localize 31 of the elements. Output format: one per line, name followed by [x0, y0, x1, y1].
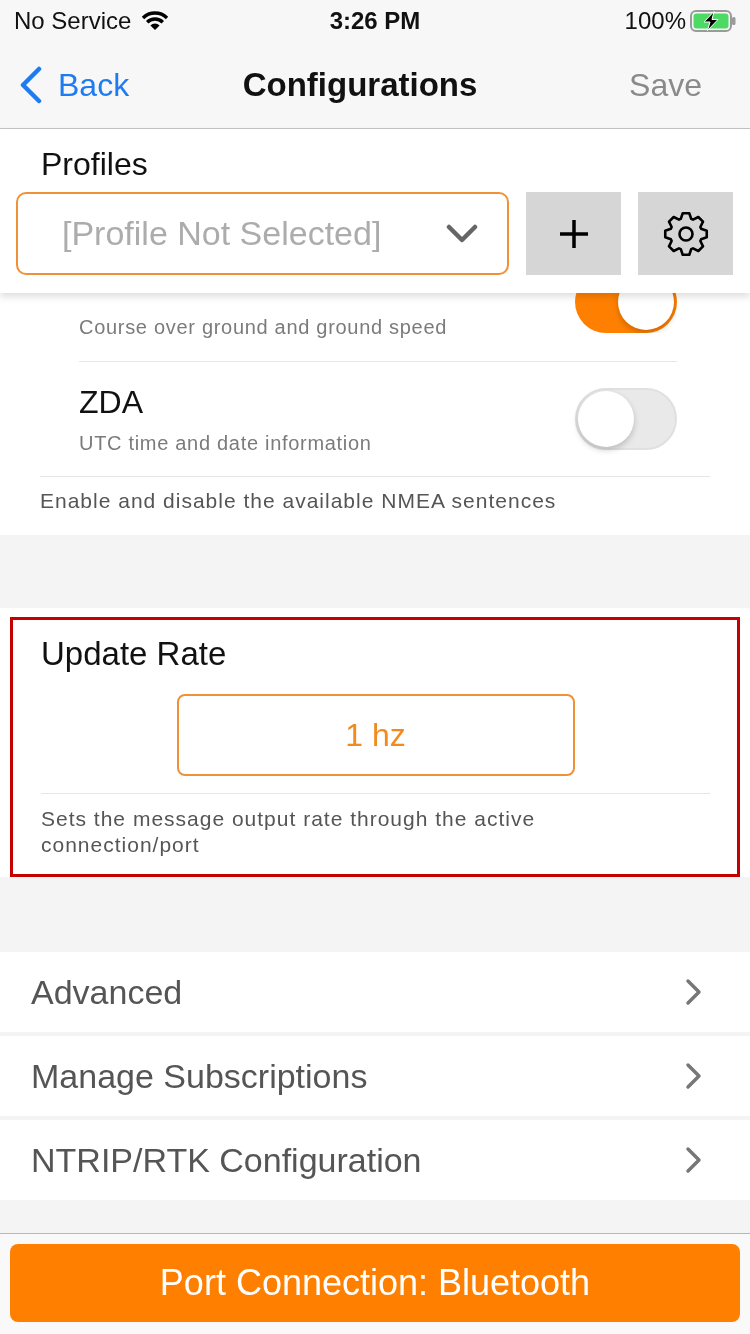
chevron-right-icon	[685, 978, 703, 1006]
sentence-name: ZDA	[79, 383, 143, 421]
port-connection-button[interactable]: Port Connection: Bluetooth	[10, 1244, 740, 1322]
battery-charging-icon	[690, 10, 736, 32]
section-footer-text: Sets the message output rate through the active connection/port	[41, 806, 537, 858]
chevron-right-icon	[685, 1062, 703, 1090]
chevron-right-icon	[685, 1146, 703, 1174]
battery-percent: 100%	[624, 7, 686, 35]
plus-icon	[557, 217, 590, 250]
menu-item[interactable]: Advanced	[0, 952, 750, 1032]
screen-title: Configurations	[242, 66, 478, 104]
carrier-text: No Service	[14, 7, 132, 35]
menu-item[interactable]: Manage Subscriptions	[0, 1036, 750, 1116]
rate-picker[interactable]: 1 hz	[176, 694, 575, 776]
toggle-switch[interactable]	[575, 388, 677, 450]
back-button[interactable]: Back	[18, 66, 130, 104]
section-footer-text: Enable and disable the available NMEA sentences	[40, 489, 557, 513]
settings-icon	[662, 210, 709, 257]
wifi-icon	[141, 11, 170, 31]
menu-item[interactable]: NTRIP/RTK Configuration	[0, 1120, 750, 1200]
sentence-description: UTC time and date information	[79, 431, 372, 455]
settings-button[interactable]	[638, 192, 733, 275]
add-button[interactable]	[526, 192, 621, 275]
section-title: Update Rate	[41, 636, 227, 672]
chevron-down-icon	[446, 224, 478, 244]
toggle-switch[interactable]	[575, 293, 677, 333]
sentence-description: Course over ground and ground speed	[79, 315, 448, 339]
chevron-left-icon	[18, 66, 42, 104]
time-text: 3:26 PM	[329, 7, 421, 35]
profile-dropdown[interactable]: [Profile Not Selected]	[16, 192, 509, 275]
profiles-label: Profiles	[41, 146, 148, 182]
